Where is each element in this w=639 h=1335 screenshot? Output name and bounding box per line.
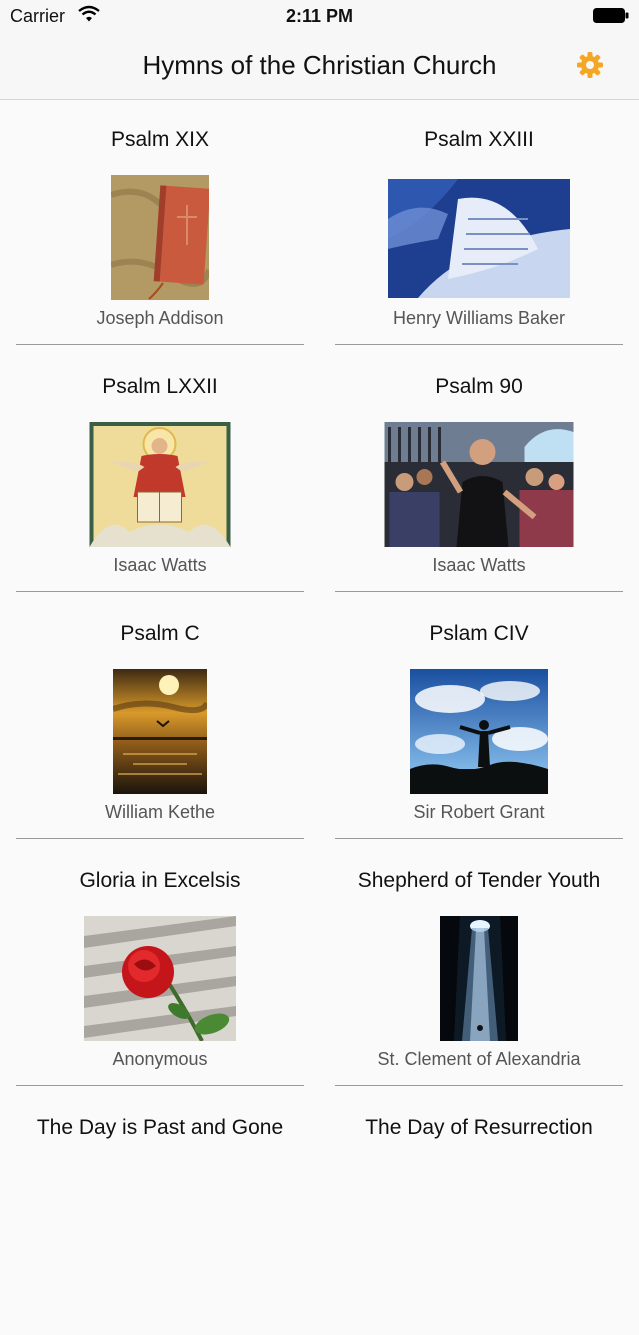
hymn-author: Joseph Addison [96, 308, 224, 328]
red-bible-icon [111, 175, 209, 300]
hymn-title: Shepherd of Tender Youth [357, 869, 601, 892]
hymn-card[interactable]: Gloria in Excelsis Anonymous [16, 841, 304, 1088]
hymn-card[interactable]: Psalm XXIII Henry Williams Baker [335, 100, 623, 347]
hymn-card[interactable]: Shepherd of Tender Youth St. Clement of … [335, 841, 623, 1088]
divider [16, 344, 304, 345]
hymn-title: Psalm 90 [435, 375, 523, 398]
hymn-title: The Day of Resurrection [365, 1116, 593, 1139]
hymn-card[interactable]: Psalm LXXII Isaac Watts [16, 347, 304, 594]
hymn-author: Isaac Watts [113, 555, 207, 575]
divider [335, 344, 623, 345]
divider [335, 1085, 623, 1086]
red-rose-photo [84, 916, 236, 1041]
hymn-card[interactable]: The Day of Resurrection [335, 1088, 623, 1335]
hymn-title: Gloria in Excelsis [79, 869, 241, 892]
divider [335, 838, 623, 839]
hymn-card[interactable]: Pslam CIV Sir Robert Grant [335, 594, 623, 841]
divider [335, 591, 623, 592]
hymn-title: The Day is Past and Gone [36, 1116, 284, 1139]
status-bar: Carrier 2:11 PM [0, 0, 639, 32]
hymn-title: Psalm C [120, 622, 200, 645]
man-under-sky-photo [410, 669, 548, 794]
divider [16, 591, 304, 592]
hymn-author: Anonymous [112, 1049, 208, 1069]
light-beam-cave-photo [440, 916, 518, 1041]
divider [16, 838, 304, 839]
worship-crowd-photo [384, 422, 574, 547]
hymn-card[interactable]: Psalm 90 Isaac Watts [335, 347, 623, 594]
hymn-author: William Kethe [104, 802, 216, 822]
hymn-title: Psalm XXIII [424, 128, 534, 151]
navigation-bar: Hymns of the Christian Church [0, 32, 639, 100]
battery-icon [593, 8, 629, 23]
hymn-title: Psalm XIX [110, 128, 210, 151]
hymn-author: Isaac Watts [432, 555, 526, 575]
hymn-author: Sir Robert Grant [413, 802, 545, 822]
gear-icon [577, 52, 603, 78]
page-title: Hymns of the Christian Church [142, 50, 497, 80]
hymn-card[interactable]: Psalm C William Kethe [16, 594, 304, 841]
hymn-card[interactable]: Psalm XIX Joseph Addison [16, 100, 304, 347]
sunset-sea-photo [113, 669, 207, 794]
clock: 2:11 PM [285, 6, 354, 26]
divider [16, 1085, 304, 1086]
hymn-title: Psalm LXXII [102, 375, 218, 398]
hymn-author: Henry Williams Baker [392, 308, 566, 328]
hymn-card[interactable]: The Day is Past and Gone [16, 1088, 304, 1335]
hymn-title: Pslam CIV [429, 622, 529, 645]
hymn-author: St. Clement of Alexandria [377, 1049, 581, 1069]
settings-button[interactable] [575, 50, 605, 80]
christ-enthroned-painting [89, 422, 231, 547]
open-book-photo [388, 179, 570, 298]
